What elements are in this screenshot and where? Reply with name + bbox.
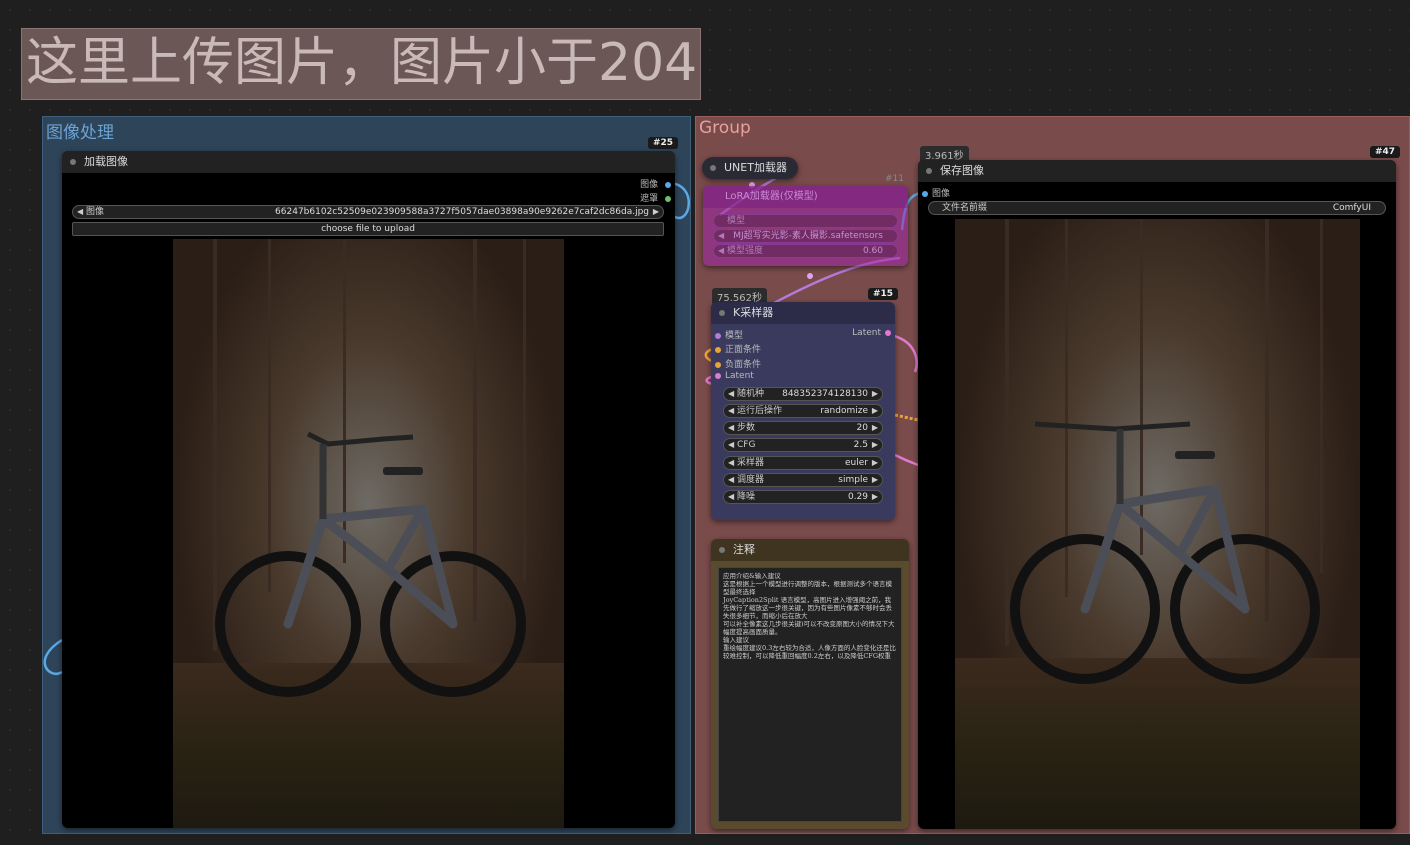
denoise-widget[interactable]: ◀ 降噪 0.29 ▶ [723, 490, 883, 504]
control-after-generate-widget[interactable]: ◀ 运行后操作 randomize ▶ [723, 404, 883, 418]
arrow-right-icon[interactable]: ▶ [872, 457, 878, 469]
arrow-right-icon[interactable]: ▶ [872, 405, 878, 417]
node-header[interactable]: UNET加载器 [702, 157, 798, 179]
node-header[interactable]: LoRA加载器(仅模型) [703, 186, 908, 208]
lora-name-widget[interactable]: ◀ MJ超写实光影-素人摄影.safetensors [713, 229, 898, 243]
arrow-right-icon[interactable]: ▶ [872, 491, 878, 503]
node-title: 保存图像 [940, 164, 984, 177]
arrow-left-icon[interactable]: ◀ [718, 245, 724, 257]
model-strength-widget[interactable]: ◀ 模型强度 0.60 [713, 244, 898, 258]
arrow-right-icon[interactable]: ▶ [872, 388, 878, 400]
arrow-left-icon[interactable]: ◀ [728, 439, 734, 451]
arrow-right-icon[interactable]: ▶ [872, 474, 878, 486]
arrow-left-icon[interactable]: ◀ [718, 230, 724, 242]
bicycle-image [1010, 421, 1320, 684]
arrow-left-icon[interactable]: ◀ [728, 491, 734, 503]
node-id-badge: #15 [868, 288, 899, 300]
steps-widget[interactable]: ◀ 步数 20 ▶ [723, 421, 883, 435]
node-header[interactable]: K采样器 [711, 302, 895, 324]
port-dot-icon[interactable] [665, 195, 671, 202]
load-image-node[interactable]: 加载图像 图像 遮罩 ◀ 图像 66247b6102c52509e0239095… [62, 151, 675, 828]
collapse-dot-icon[interactable] [710, 165, 716, 171]
node-id-badge: #11 [885, 174, 904, 184]
node-id-badge: #47 [1370, 146, 1401, 158]
collapse-dot-icon[interactable] [719, 547, 725, 553]
seed-widget[interactable]: ◀ 随机种 848352374128130 ▶ [723, 387, 883, 401]
collapse-dot-icon[interactable] [70, 159, 76, 165]
arrow-left-icon[interactable]: ◀ [728, 405, 734, 417]
node-title: 注释 [733, 543, 755, 556]
lora-loader-node[interactable]: LoRA加载器(仅模型) 模型 ◀ MJ超写实光影-素人摄影.safetenso… [703, 186, 908, 266]
input-port-model[interactable]: 模型 [715, 328, 743, 341]
arrow-right-icon[interactable]: ▶ [872, 439, 878, 451]
output-port-latent[interactable]: Latent [852, 328, 891, 338]
arrow-right-icon[interactable]: ▶ [653, 206, 659, 218]
ksampler-node[interactable]: K采样器 模型 正面条件 负面条件 Latent Latent ◀ 随机种 8483… [711, 302, 895, 520]
node-header[interactable]: 注释 [711, 539, 909, 561]
collapse-dot-icon[interactable] [719, 310, 725, 316]
image-preview [173, 239, 564, 828]
node-title: UNET加载器 [724, 161, 787, 174]
filename-prefix-widget[interactable]: 文件名前缀 ComfyUI [928, 201, 1386, 215]
cfg-widget[interactable]: ◀ CFG 2.5 ▶ [723, 438, 883, 452]
bicycle-image [215, 431, 526, 697]
scheduler-widget[interactable]: ◀ 调度器 simple ▶ [723, 473, 883, 487]
image-select-widget[interactable]: ◀ 图像 66247b6102c52509e023909588a3727f505… [72, 205, 664, 219]
output-port-mask[interactable]: 遮罩 [640, 191, 671, 204]
node-title: 加载图像 [84, 155, 128, 168]
collapse-dot-icon[interactable] [926, 168, 932, 174]
arrow-left-icon[interactable]: ◀ [728, 422, 734, 434]
input-port-positive[interactable]: 正面条件 [715, 342, 761, 355]
arrow-right-icon[interactable]: ▶ [872, 422, 878, 434]
output-image-preview [955, 219, 1360, 829]
input-port-negative[interactable]: 负面条件 [715, 357, 761, 370]
input-port-latent[interactable]: Latent [715, 371, 754, 381]
save-image-node[interactable]: 保存图像 图像 文件名前缀 ComfyUI [918, 160, 1396, 829]
node-header[interactable]: 加载图像 [62, 151, 675, 173]
sampler-widget[interactable]: ◀ 采样器 euler ▶ [723, 456, 883, 470]
node-header[interactable]: 保存图像 [918, 160, 1396, 182]
upload-button[interactable]: choose file to upload [72, 222, 664, 236]
model-input-widget[interactable]: 模型 [713, 214, 898, 228]
arrow-left-icon[interactable]: ◀ [728, 457, 734, 469]
node-title: LoRA加载器(仅模型) [725, 191, 818, 202]
port-dot-icon[interactable] [665, 181, 671, 188]
arrow-left-icon[interactable]: ◀ [728, 388, 734, 400]
note-node[interactable]: 注释 应用介绍&输入建议 这是根据上一个模型进行调整的版本，根据测试多个语言模型… [711, 539, 909, 829]
unet-loader-node[interactable]: UNET加载器 [702, 157, 798, 179]
node-id-badge: #25 [648, 137, 679, 149]
input-port-image[interactable]: 图像 [922, 186, 950, 199]
node-title: K采样器 [733, 306, 774, 319]
arrow-left-icon[interactable]: ◀ [77, 206, 83, 218]
output-port-image[interactable]: 图像 [640, 177, 671, 190]
note-textarea[interactable]: 应用介绍&输入建议 这是根据上一个模型进行调整的版本，根据测试多个语言模型最终选… [718, 567, 902, 822]
arrow-left-icon[interactable]: ◀ [728, 474, 734, 486]
